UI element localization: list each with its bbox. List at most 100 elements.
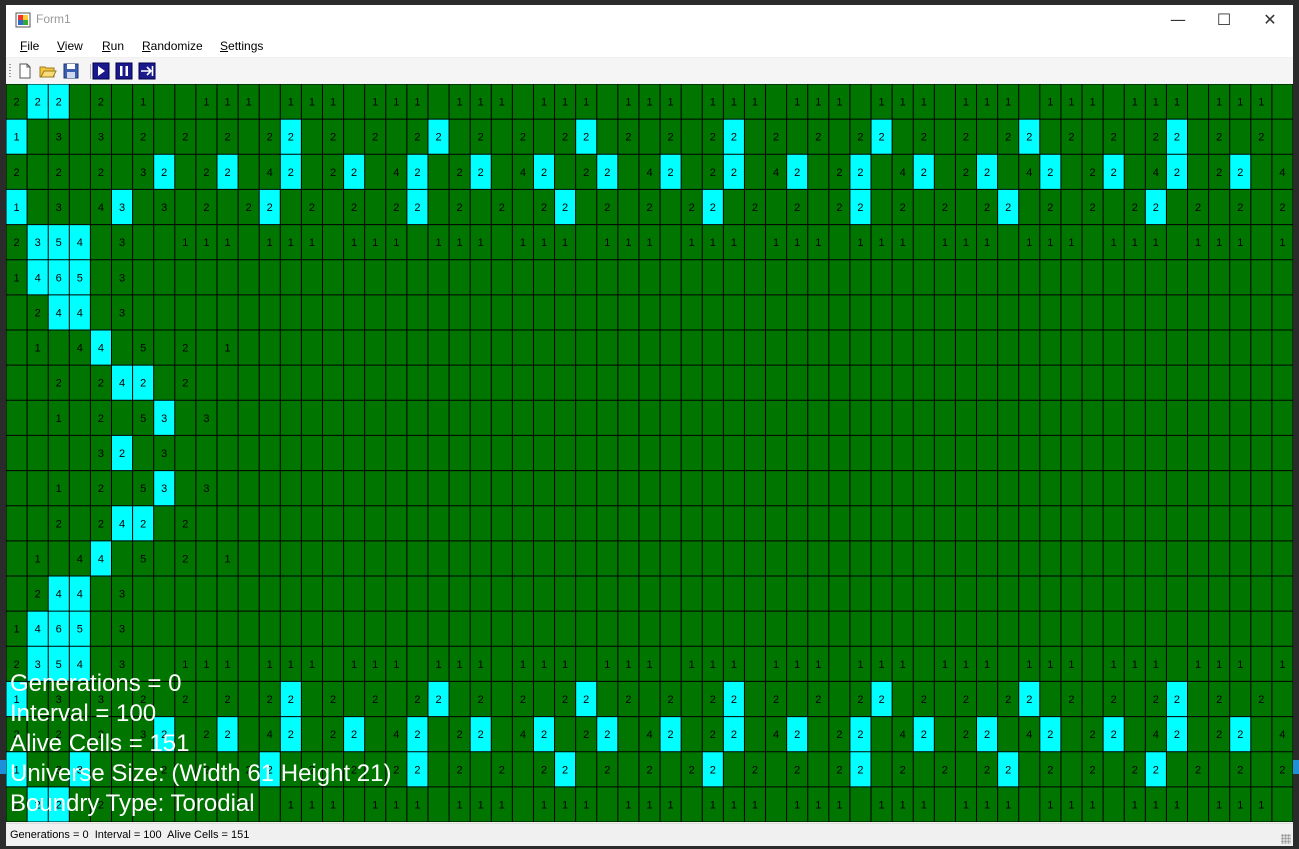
neighbor-count: 2 [984,764,990,776]
neighbor-count: 2 [351,729,357,741]
neighbor-count: 1 [562,237,568,249]
neighbor-count: 3 [140,167,146,179]
neighbor-count: 1 [224,97,230,109]
neighbor-count: 2 [1047,764,1053,776]
neighbor-count: 2 [668,729,674,741]
neighbor-count: 2 [710,202,716,214]
menu-run[interactable]: Run [102,39,124,53]
neighbor-count: 2 [161,764,167,776]
neighbor-count: 4 [1153,167,1159,179]
menu-view[interactable]: View [57,39,83,53]
neighbor-count: 2 [1047,729,1053,741]
new-file-icon[interactable] [16,62,34,80]
app-icon [15,12,31,28]
neighbor-count: 1 [604,659,610,671]
neighbor-count: 2 [1195,764,1201,776]
maximize-button[interactable]: ☐ [1201,5,1247,35]
next-generation-icon[interactable] [138,62,156,80]
neighbor-count: 1 [478,799,484,811]
neighbor-count: 3 [119,589,125,601]
resize-grip[interactable] [1281,834,1291,844]
menu-bar: File View Run Randomize Settings [6,35,1293,57]
neighbor-count: 2 [288,694,294,706]
neighbor-count: 1 [668,799,674,811]
neighbor-count: 1 [794,799,800,811]
neighbor-count: 1 [372,97,378,109]
neighbor-count: 1 [815,97,821,109]
neighbor-count: 1 [1279,659,1285,671]
neighbor-count: 1 [541,97,547,109]
open-folder-icon[interactable] [39,62,57,80]
neighbor-count: 5 [77,624,83,636]
minimize-button[interactable]: — [1155,5,1201,35]
neighbor-count: 1 [288,659,294,671]
neighbor-count: 2 [393,202,399,214]
neighbor-count: 2 [499,764,505,776]
universe-grid-panel[interactable]: 2 2 2 2 1 1 1 1 1 1 1 1 1 1 1 1 1 1 1 1 1 1 1 1 1 1 1 1 1 1 1 1 1 1 1 1 1 1 1 1… [6,84,1293,822]
neighbor-count: 3 [77,764,83,776]
neighbor-count: 2 [457,167,463,179]
neighbor-count: 1 [1216,97,1222,109]
neighbor-count: 2 [161,167,167,179]
neighbor-count: 1 [731,97,737,109]
neighbor-count: 2 [857,202,863,214]
universe-grid[interactable]: 2 2 2 2 1 1 1 1 1 1 1 1 1 1 1 1 1 1 1 1 1 1 1 1 1 1 1 1 1 1 1 1 1 1 1 1 1 1 1 1… [6,84,1293,822]
save-icon[interactable] [62,62,80,80]
neighbor-count: 1 [1153,237,1159,249]
neighbor-count: 1 [288,97,294,109]
status-bar: Generations = 0 Interval = 100 Alive Cel… [6,823,1293,846]
neighbor-count: 1 [646,799,652,811]
menu-file[interactable]: File [20,39,39,53]
neighbor-count: 2 [414,694,420,706]
neighbor-count: 1 [203,799,209,811]
neighbor-count: 2 [879,132,885,144]
neighbor-count: 2 [1195,202,1201,214]
toolbar-grip[interactable] [9,64,11,78]
neighbor-count: 2 [372,694,378,706]
neighbor-count: 2 [520,132,526,144]
neighbor-count: 2 [625,132,631,144]
neighbor-count: 2 [140,518,146,530]
neighbor-count: 1 [1005,799,1011,811]
neighbor-count: 2 [836,729,842,741]
pause-icon[interactable] [115,62,133,80]
title-bar[interactable]: Form1 — ☐ ✕ [6,5,1293,35]
neighbor-count: 2 [414,202,420,214]
neighbor-count: 1 [1026,659,1032,671]
neighbor-count: 2 [710,764,716,776]
neighbor-count: 2 [35,799,41,811]
neighbor-count: 1 [646,237,652,249]
play-icon[interactable] [92,62,110,80]
neighbor-count: 2 [56,167,62,179]
neighbor-count: 2 [224,132,230,144]
neighbor-count: 1 [224,553,230,565]
neighbor-count: 2 [836,202,842,214]
neighbor-count: 2 [942,764,948,776]
neighbor-count: 1 [478,97,484,109]
neighbor-count: 1 [625,659,631,671]
neighbor-count: 2 [478,694,484,706]
neighbor-count: 1 [646,97,652,109]
close-button[interactable]: ✕ [1247,5,1293,35]
neighbor-count: 1 [710,799,716,811]
neighbor-count: 2 [1068,694,1074,706]
menu-randomize[interactable]: Randomize [142,39,203,53]
neighbor-count: 1 [372,659,378,671]
neighbor-count: 2 [435,694,441,706]
neighbor-count: 2 [541,729,547,741]
neighbor-count: 1 [499,97,505,109]
neighbor-count: 1 [372,799,378,811]
neighbor-count: 2 [414,764,420,776]
neighbor-count: 4 [1026,729,1032,741]
neighbor-count: 3 [56,202,62,214]
neighbor-count: 3 [203,483,209,495]
neighbor-count: 1 [879,97,885,109]
neighbor-count: 1 [182,237,188,249]
neighbor-count: 2 [836,764,842,776]
neighbor-count: 2 [1216,167,1222,179]
neighbor-count: 1 [35,553,41,565]
neighbor-count: 2 [857,764,863,776]
menu-settings[interactable]: Settings [220,39,263,53]
neighbor-count: 1 [857,659,863,671]
neighbor-count: 2 [857,694,863,706]
